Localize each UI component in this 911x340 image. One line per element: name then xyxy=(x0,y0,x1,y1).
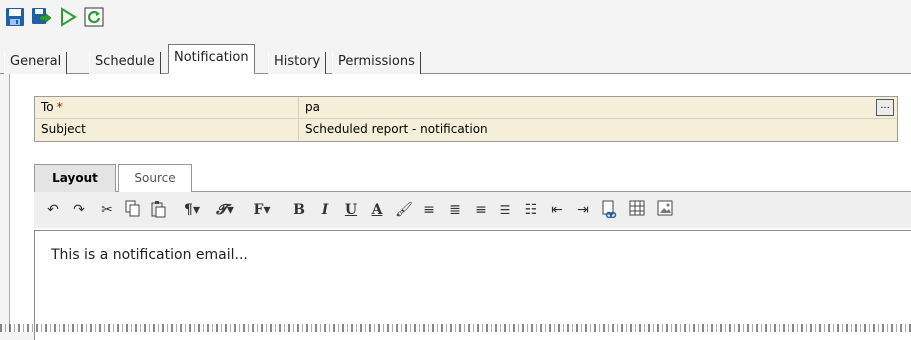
required-mark: * xyxy=(56,100,63,114)
tab-schedule[interactable]: Schedule xyxy=(89,52,161,74)
subject-field[interactable]: Scheduled report - notification xyxy=(299,119,897,141)
subject-label: Subject xyxy=(35,119,299,141)
subject-value: Scheduled report - notification xyxy=(305,122,488,136)
cut-icon[interactable]: ✂ xyxy=(98,200,116,220)
increase-indent-icon[interactable]: ⇥ xyxy=(574,200,592,220)
align-center-icon[interactable]: ≣ xyxy=(446,200,464,220)
insert-link-icon[interactable] xyxy=(600,200,618,220)
save-as-button[interactable] xyxy=(30,6,52,28)
main-tabs: General Schedule Notification History Pe… xyxy=(0,38,911,74)
editor-tabs: Layout Source xyxy=(34,160,911,192)
tab-notification[interactable]: Notification xyxy=(168,44,255,74)
to-label: To * xyxy=(35,97,299,118)
email-body-text: This is a notification email... xyxy=(51,247,248,263)
tab-permissions[interactable]: Permissions xyxy=(332,52,421,74)
notification-panel: To * pa ... Subject Scheduled report - no… xyxy=(9,74,911,340)
refresh-button[interactable] xyxy=(83,6,105,28)
refresh-icon xyxy=(84,7,104,27)
undo-icon[interactable]: ↶ xyxy=(44,200,62,220)
insert-table-icon[interactable] xyxy=(628,200,646,220)
font-family-dropdown-icon[interactable]: 𝓣▾ xyxy=(210,200,240,220)
to-value: pa xyxy=(305,100,320,114)
to-field[interactable]: pa ... xyxy=(299,97,897,118)
browse-recipients-button[interactable]: ... xyxy=(876,99,894,116)
bulleted-list-icon[interactable]: ☷ xyxy=(522,200,540,220)
italic-icon[interactable]: I xyxy=(316,200,334,220)
paste-icon[interactable] xyxy=(150,200,168,220)
underline-icon[interactable]: U xyxy=(342,200,360,220)
paragraph-format-dropdown-icon[interactable]: ¶▾ xyxy=(178,200,206,220)
editor-toolbar: ↶ ↷ ✂ ¶▾ 𝓣▾ 𝐅▾ 𝐁 I U A 🖌 ≡ ≣ ≡ ☰ ☷ ⇤ ⇥ xyxy=(34,192,911,228)
numbered-list-icon[interactable]: ☰ xyxy=(496,200,514,220)
subject-row: Subject Scheduled report - notification xyxy=(35,119,897,141)
notification-fields: To * pa ... Subject Scheduled report - no… xyxy=(34,96,898,142)
rendering-artifact xyxy=(0,324,911,332)
save-button[interactable] xyxy=(4,6,26,28)
tab-source[interactable]: Source xyxy=(118,164,192,192)
decrease-indent-icon[interactable]: ⇤ xyxy=(548,200,566,220)
align-right-icon[interactable]: ≡ xyxy=(472,200,490,220)
save-icon xyxy=(6,8,24,26)
align-left-icon[interactable]: ≡ xyxy=(420,200,438,220)
highlight-color-icon[interactable]: 🖌 xyxy=(394,200,414,220)
redo-icon[interactable]: ↷ xyxy=(70,200,88,220)
run-icon xyxy=(61,7,77,27)
bold-icon[interactable]: 𝐁 xyxy=(290,200,308,220)
insert-image-icon[interactable] xyxy=(656,200,674,220)
run-button[interactable] xyxy=(57,6,79,28)
tab-history[interactable]: History xyxy=(268,52,327,74)
font-color-icon[interactable]: A xyxy=(368,200,386,220)
tab-general[interactable]: General xyxy=(4,52,68,74)
font-size-dropdown-icon[interactable]: 𝐅▾ xyxy=(246,200,278,220)
tab-layout[interactable]: Layout xyxy=(34,164,116,192)
save-as-icon xyxy=(32,8,51,24)
copy-icon[interactable] xyxy=(124,200,142,220)
to-row: To * pa ... xyxy=(35,97,897,119)
app-toolbar xyxy=(0,0,911,38)
